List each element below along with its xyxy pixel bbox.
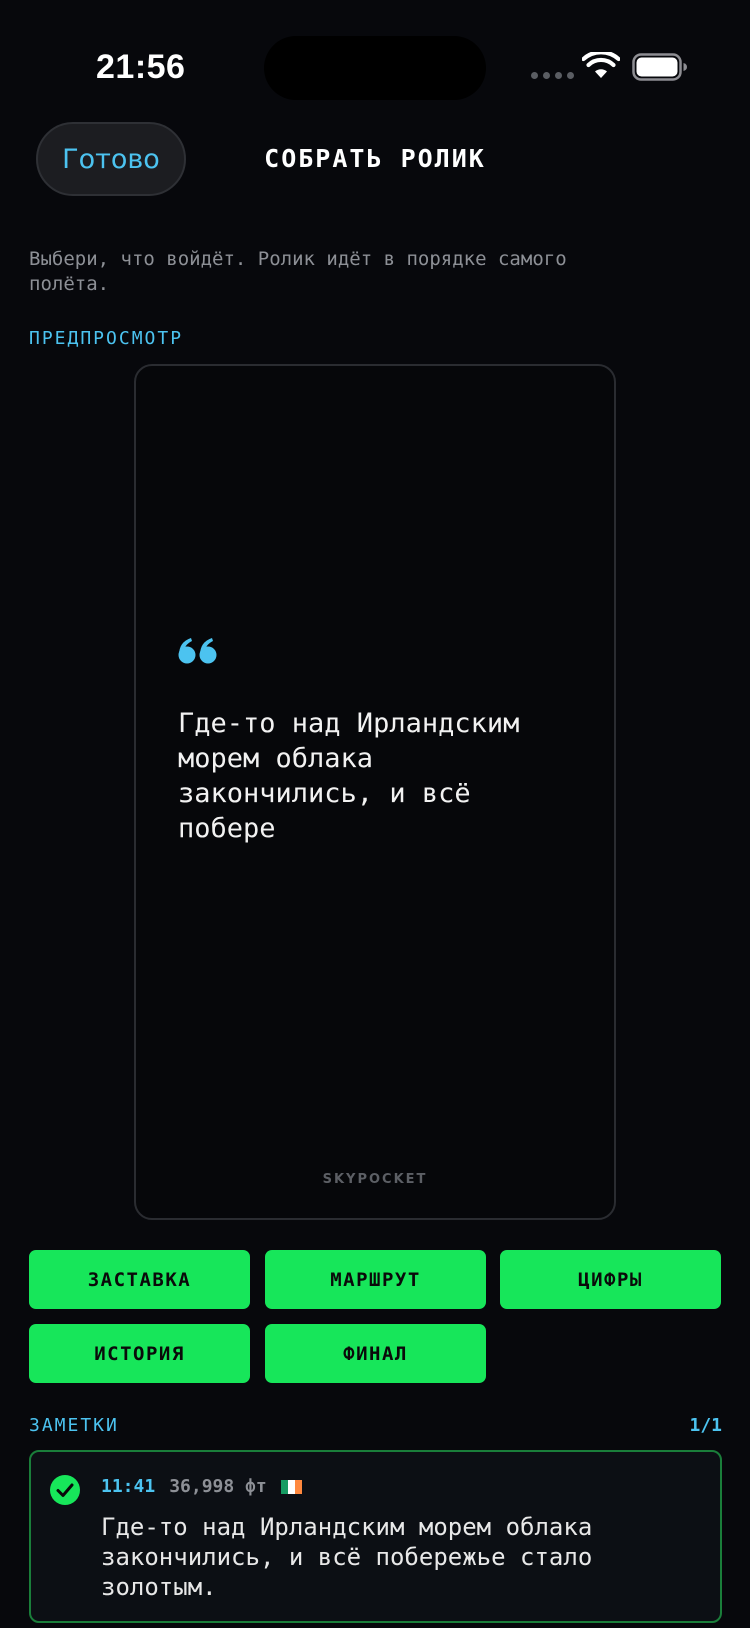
page-title: СОБРАТЬ РОЛИК bbox=[264, 144, 486, 173]
status-time: 21:56 bbox=[96, 48, 186, 86]
video-preview: Где-то над Ирландским морем облака закон… bbox=[134, 364, 616, 1220]
preview-section-label: ПРЕДПРОСМОТР bbox=[29, 328, 184, 349]
chip-route[interactable]: МАРШРУТ bbox=[265, 1250, 486, 1309]
note-time: 11:41 bbox=[101, 1476, 156, 1497]
screen: 21:56 Готово СОБРАТЬ РОЛИК Выбери, что в… bbox=[0, 0, 750, 1628]
quote-icon bbox=[178, 638, 218, 669]
notes-section-label: ЗАМЕТКИ bbox=[29, 1415, 119, 1436]
done-button[interactable]: Готово bbox=[36, 122, 186, 196]
dynamic-island bbox=[264, 36, 486, 100]
chip-story[interactable]: ИСТОРИЯ bbox=[29, 1324, 250, 1383]
preview-quote-text: Где-то над Ирландским морем облака закон… bbox=[178, 708, 520, 844]
note-text: Где-то над Ирландским морем облака закон… bbox=[101, 1513, 593, 1601]
note-altitude: 36,998 фт bbox=[169, 1476, 267, 1497]
chip-intro[interactable]: ЗАСТАВКА bbox=[29, 1250, 250, 1309]
wifi-icon bbox=[581, 50, 621, 85]
chip-stats[interactable]: ЦИФРЫ bbox=[500, 1250, 721, 1309]
page-subtitle: Выбери, что войдёт. Ролик идёт в порядке… bbox=[29, 248, 567, 295]
chip-finale[interactable]: ФИНАЛ bbox=[265, 1324, 486, 1383]
checkmark-icon[interactable] bbox=[49, 1474, 81, 1511]
skypocket-watermark: SKYPOCKET bbox=[322, 1172, 428, 1187]
notes-count: 1/1 bbox=[689, 1415, 722, 1436]
battery-icon bbox=[632, 53, 688, 86]
note-item[interactable]: 11:41 36,998 фт Где-то над Ирландским мо… bbox=[29, 1450, 722, 1623]
ireland-flag-icon bbox=[280, 1479, 302, 1494]
note-meta: 11:41 36,998 фт bbox=[101, 1476, 302, 1497]
signal-dots-icon bbox=[531, 72, 574, 79]
